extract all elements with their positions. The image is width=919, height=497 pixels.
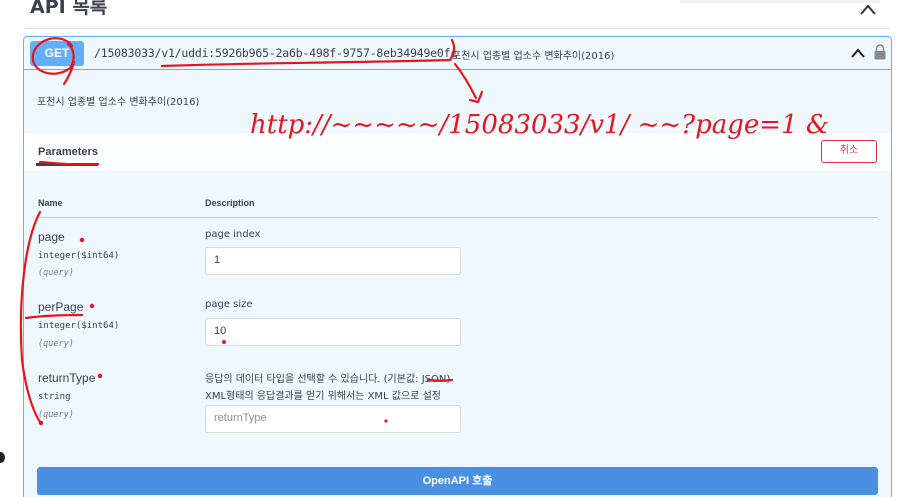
page-edge-dot [0,452,5,463]
param-desc-perpage: page size [205,299,253,310]
parameters-bar: Parameters 취소 [24,133,891,171]
param-in-page: (query) [38,268,74,278]
returntype-input[interactable]: returnType [205,405,461,433]
param-type-perpage: integer($int64) [38,321,120,331]
section-divider [25,28,890,29]
param-in-perpage: (query) [38,339,74,349]
chevron-up-icon[interactable] [858,2,878,18]
operation-path: /15083033/v1/uddi:5926b965-2a6b-498f-975… [94,46,458,60]
column-divider [37,217,878,218]
perpage-input[interactable]: 10 [205,318,461,346]
operation-summary[interactable]: GET /15083033/v1/uddi:5926b965-2a6b-498f… [24,37,891,70]
param-in-returntype: (query) [38,410,74,420]
operation-block: GET /15083033/v1/uddi:5926b965-2a6b-498f… [23,36,892,497]
column-header-description: Description [205,198,255,208]
param-type-page: integer($int64) [38,251,120,261]
lock-icon[interactable] [873,43,887,61]
method-badge: GET [30,41,84,66]
column-header-name: Name [38,198,63,208]
tab-parameters[interactable]: Parameters [38,146,98,158]
operation-summary-text: 포천시 업종별 업소수 변화추이(2016) [452,51,615,62]
chevron-up-icon[interactable] [850,46,866,60]
execute-button[interactable]: OpenAPI 호출 [37,467,878,495]
cancel-button[interactable]: 취소 [821,140,877,163]
page-input[interactable]: 1 [205,247,461,275]
tab-underline [36,163,98,166]
param-name-perpage: perPage [38,300,84,314]
param-type-returntype: string [38,392,71,402]
param-name-returntype: returnType [38,371,96,385]
param-desc-page: page index [205,229,261,240]
param-desc-returntype-line1: 응답의 데이터 타입을 선택할 수 있습니다. (기본값: JSON) [205,374,451,385]
section-header[interactable]: API 목록 [0,0,919,30]
operation-description: 포천시 업종별 업소수 변화추이(2016) [37,97,200,108]
param-name-page: page [38,230,65,244]
param-desc-returntype-line2: XML형태의 응답결과를 얻기 위해서는 XML 값으로 설정 [205,391,441,402]
section-title: API 목록 [30,0,108,18]
